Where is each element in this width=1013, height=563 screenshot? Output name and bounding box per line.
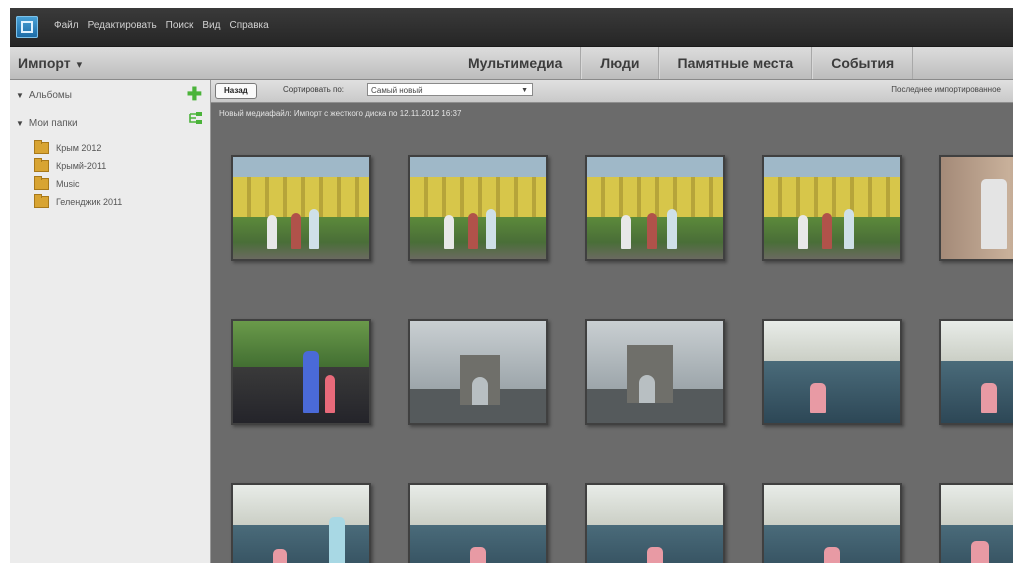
photo-thumbnail[interactable] (939, 483, 1013, 563)
photo-thumbnail[interactable] (762, 483, 902, 563)
expand-triangle-icon[interactable]: ▼ (16, 119, 24, 128)
photo-thumbnail[interactable] (408, 319, 548, 425)
menu-help[interactable]: Справка (229, 20, 268, 31)
photo-thumbnail[interactable] (585, 319, 725, 425)
folder-icon (34, 176, 49, 190)
photo-thumbnail[interactable] (231, 483, 371, 563)
import-button[interactable]: Импорт ▾ (18, 55, 82, 71)
expand-triangle-icon[interactable]: ▼ (16, 91, 24, 100)
menu-bar: Файл Редактировать Поиск Вид Справка (10, 8, 1013, 47)
folder-item[interactable]: Крым 2012 (34, 140, 122, 156)
chevron-down-icon: ▾ (76, 59, 83, 71)
back-button[interactable]: Назад (215, 83, 257, 99)
photo-thumbnail[interactable] (408, 483, 548, 563)
albums-label: Альбомы (28, 90, 72, 101)
main-tabs: Мультимедиа Люди Памятные места События (450, 47, 914, 79)
tab-places[interactable]: Памятные места (658, 47, 813, 79)
folder-icon (34, 194, 49, 208)
menu-search[interactable]: Поиск (166, 20, 194, 31)
photo-thumbnail[interactable] (762, 155, 902, 261)
menu-items: Файл Редактировать Поиск Вид Справка (54, 20, 269, 31)
plus-icon[interactable]: ✚ (187, 84, 202, 105)
photo-thumbnail[interactable] (939, 319, 1013, 425)
folder-label: Геленджик 2011 (56, 197, 123, 207)
photo-thumbnail[interactable] (939, 155, 1013, 261)
sidebar: ▼ Альбомы ✚ ▼ Мои папки Крым 2012 Крымй-20… (10, 80, 211, 563)
folder-item[interactable]: Крымй-2011 (34, 158, 122, 174)
folder-item[interactable]: Music (34, 176, 122, 192)
sort-select-value: Самый новый (371, 86, 423, 95)
menu-view[interactable]: Вид (202, 20, 220, 31)
photo-organizer-logo-icon (16, 16, 38, 38)
photo-thumbnail[interactable] (762, 319, 902, 425)
photo-thumbnail[interactable] (408, 155, 548, 261)
folder-label: Крымй-2011 (56, 161, 107, 171)
folder-list: Крым 2012 Крымй-2011 Music Геленджик 201… (34, 140, 122, 212)
tab-multimedia[interactable]: Мультимедиа (450, 47, 582, 79)
tab-people[interactable]: Люди (581, 47, 659, 79)
media-grid: Новый медиафайл: Импорт с жесткого диска… (211, 103, 1013, 563)
photo-thumbnail[interactable] (585, 155, 725, 261)
header-bar: Импорт ▾ Мультимедиа Люди Памятные места … (10, 47, 1013, 80)
photo-thumbnail[interactable] (585, 483, 725, 563)
sort-label: Сортировать по: (283, 85, 345, 94)
folders-section[interactable]: ▼ Мои папки (16, 118, 78, 129)
photo-thumbnail[interactable] (231, 155, 371, 261)
folder-icon (34, 140, 49, 154)
sort-select[interactable]: Самый новый ▼ (367, 83, 533, 96)
import-label: Импорт (18, 55, 71, 71)
photo-thumbnail[interactable] (231, 319, 371, 425)
menu-file[interactable]: Файл (54, 20, 79, 31)
folder-tree-icon[interactable] (188, 112, 204, 126)
folder-label: Music (56, 179, 80, 189)
grid-toolbar: Назад Сортировать по: Самый новый ▼ Посл… (211, 80, 1013, 103)
folder-icon (34, 158, 49, 172)
chevron-down-icon: ▼ (521, 87, 528, 94)
folders-label: Мои папки (28, 118, 78, 129)
import-info: Новый медиафайл: Импорт с жесткого диска… (219, 109, 462, 118)
menu-edit[interactable]: Редактировать (88, 20, 157, 31)
last-import-label[interactable]: Последнее импортированное (891, 85, 1001, 94)
folder-label: Крым 2012 (56, 143, 102, 153)
folder-item[interactable]: Геленджик 2011 (34, 194, 122, 210)
tab-events[interactable]: События (812, 47, 914, 79)
app-window: Файл Редактировать Поиск Вид Справка Имп… (10, 8, 1013, 563)
albums-section[interactable]: ▼ Альбомы (16, 90, 72, 101)
